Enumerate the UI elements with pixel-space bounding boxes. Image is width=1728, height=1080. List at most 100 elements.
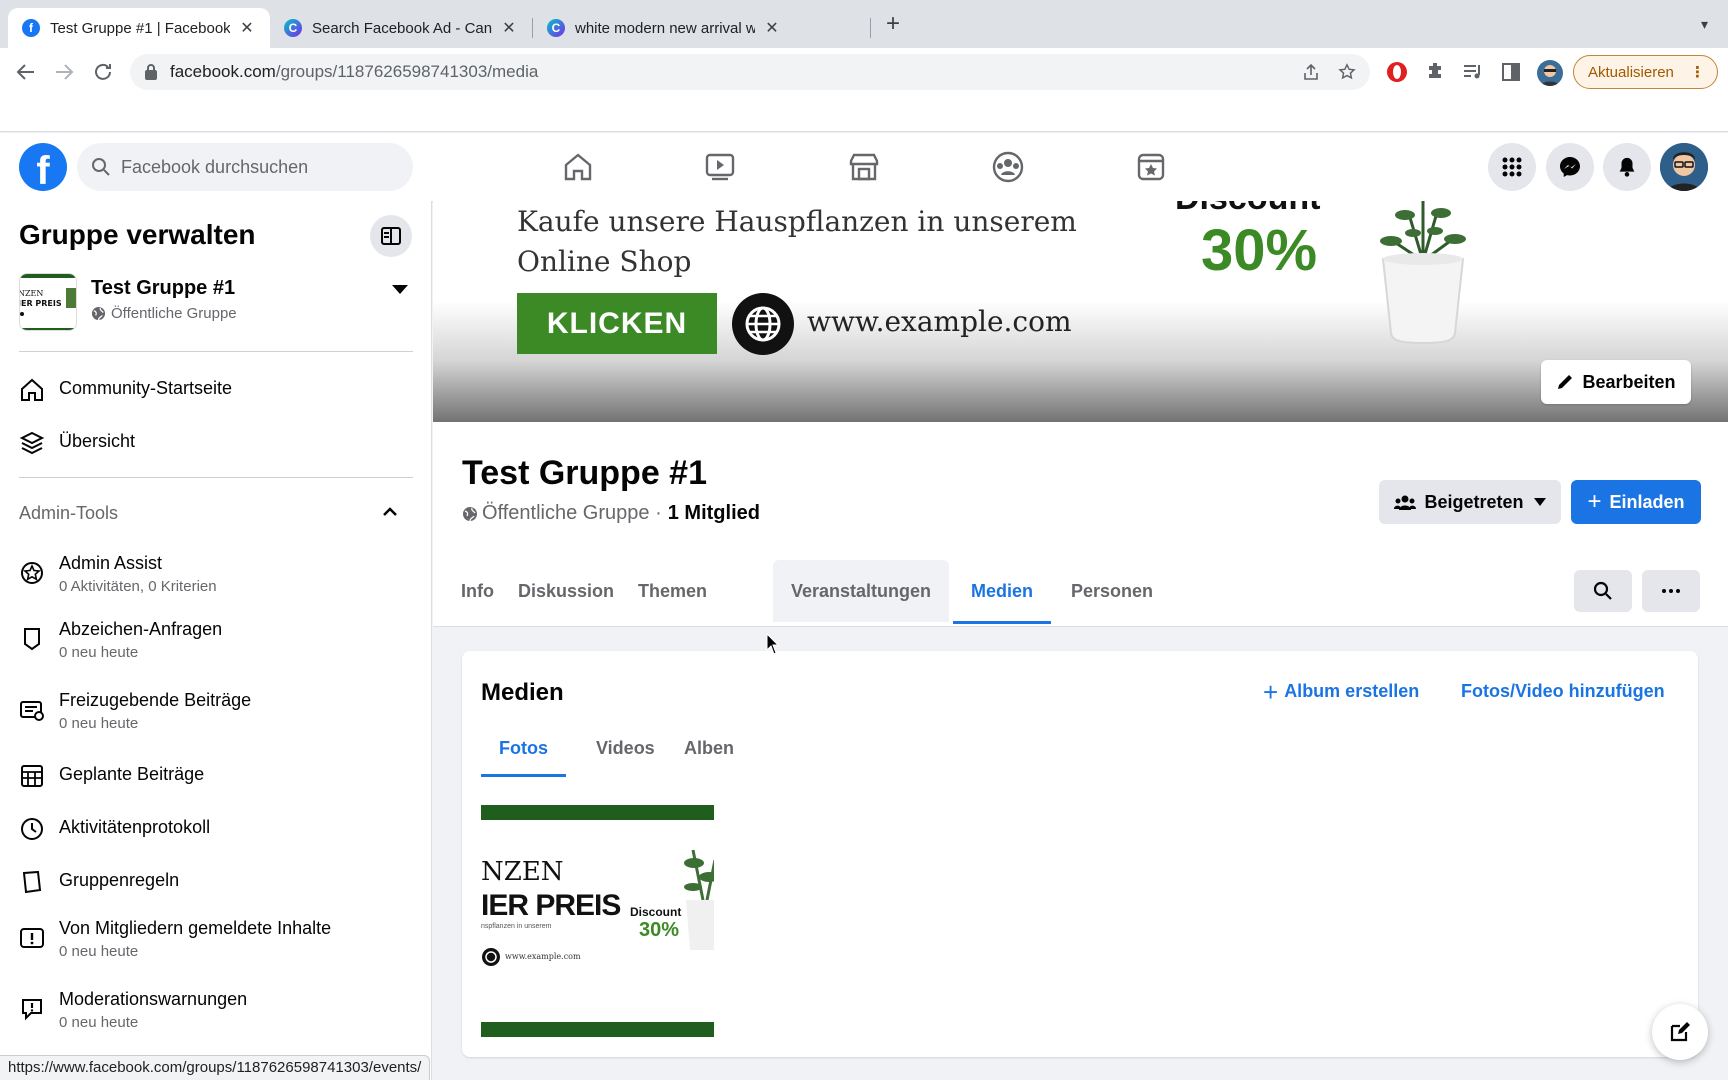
- sidebar-item-label: Aktivitätenprotokoll: [59, 817, 211, 837]
- tab-label: Veranstaltungen: [791, 580, 932, 601]
- close-tab-icon[interactable]: ✕: [500, 18, 518, 38]
- media-title: Medien: [481, 679, 564, 706]
- sidebar-item-label: Community-Startseite: [59, 378, 233, 398]
- sidebar-item-moderation-warnings[interactable]: Moderationswarnungen 0 neu heute: [19, 986, 413, 1034]
- tab-people[interactable]: Personen: [1053, 560, 1171, 622]
- home-icon[interactable]: [558, 147, 598, 187]
- badge-icon: [24, 628, 40, 651]
- tab-videos[interactable]: Videos: [578, 719, 673, 777]
- reload-icon[interactable]: [91, 60, 115, 84]
- pending-posts-icon: [20, 701, 44, 721]
- menu-grid-button[interactable]: [1488, 143, 1536, 191]
- bookmark-star-icon[interactable]: [1338, 63, 1356, 86]
- sidebar-item-overview[interactable]: Übersicht: [19, 428, 413, 456]
- add-photo-video-link[interactable]: Fotos/Video hinzufügen: [1461, 681, 1665, 702]
- sidebar-item-community-home[interactable]: Community-Startseite: [19, 375, 413, 403]
- tab-label: Medien: [971, 580, 1034, 601]
- sidebar-item-group-rules[interactable]: Gruppenregeln: [19, 867, 413, 895]
- forward-arrow-icon[interactable]: [52, 60, 76, 84]
- tab-discussion[interactable]: Diskussion: [500, 560, 632, 622]
- chevron-up-icon[interactable]: [382, 505, 398, 517]
- address-bar[interactable]: facebook.com/groups/1187626598741303/med…: [130, 54, 1370, 90]
- divider: [19, 477, 413, 478]
- more-menu-icon[interactable]: ⋮: [1690, 63, 1705, 81]
- pencil-icon: [1558, 375, 1573, 389]
- invite-label: Einladen: [1609, 491, 1685, 512]
- clock-icon: [21, 818, 43, 840]
- tab-title: Search Facebook Ad - Canva: [312, 19, 492, 37]
- collapse-sidebar-button[interactable]: [370, 215, 412, 257]
- group-name[interactable]: Test Gruppe #1: [91, 277, 235, 300]
- lock-icon: [145, 64, 157, 80]
- browser-tab-canva-watch[interactable]: C white modern new arrival watc ✕: [533, 8, 795, 48]
- opera-extension-icon[interactable]: [1385, 60, 1409, 84]
- edit-cover-button[interactable]: Bearbeiten: [1541, 360, 1691, 404]
- search-icon: [92, 158, 110, 176]
- joined-button[interactable]: Beigetreten: [1379, 480, 1561, 524]
- group-search-button[interactable]: [1574, 570, 1632, 612]
- watch-video-icon[interactable]: [700, 147, 740, 187]
- gaming-star-icon[interactable]: [1131, 147, 1171, 187]
- calendar-icon: [21, 765, 43, 787]
- photo-thumbnail[interactable]: NZEN IER PREIS nspflanzen in unserem Dis…: [481, 805, 714, 1037]
- tab-label: Diskussion: [518, 580, 615, 601]
- tab-topics[interactable]: Themen: [620, 560, 725, 622]
- close-tab-icon[interactable]: ✕: [763, 18, 781, 38]
- active-tab-indicator: [481, 774, 566, 777]
- sidebar-item-label: Freizugebende Beiträge: [59, 690, 252, 710]
- side-panel-icon[interactable]: [1499, 60, 1523, 84]
- cover-headline-line2: Online Shop: [517, 245, 692, 278]
- sidebar-item-badge-requests[interactable]: Abzeichen-Anfragen 0 neu heute: [19, 616, 413, 664]
- photo-discount-value: 30%: [639, 919, 680, 941]
- sidebar-item-admin-assist[interactable]: Admin Assist 0 Aktivitäten, 0 Kriterien: [19, 550, 413, 598]
- admin-tools-heading[interactable]: Admin-Tools: [19, 503, 118, 524]
- ellipsis-icon: [1662, 589, 1680, 593]
- sidebar-item-reported-content[interactable]: Von Mitgliedern gemeldete Inhalte 0 neu h…: [19, 915, 413, 963]
- sidebar-item-sub: 0 neu heute: [59, 644, 139, 661]
- account-avatar[interactable]: [1660, 143, 1708, 191]
- sidebar-item-activity-log[interactable]: Aktivitätenprotokoll: [19, 814, 413, 842]
- link-preview-status: https://www.facebook.com/groups/11876265…: [0, 1055, 431, 1080]
- profile-avatar[interactable]: [1537, 60, 1563, 86]
- sidebar-item-sub: 0 Aktivitäten, 0 Kriterien: [59, 578, 217, 595]
- layers-icon: [19, 431, 45, 455]
- manage-group-sidebar: Gruppe verwalten NZEN IER PREIS Test Grup…: [0, 201, 432, 1080]
- search-input[interactable]: Facebook durchsuchen: [77, 143, 413, 191]
- browser-tab-facebook[interactable]: f Test Gruppe #1 | Facebook ✕: [8, 8, 270, 48]
- groups-icon[interactable]: [988, 147, 1028, 187]
- facebook-logo-icon[interactable]: f: [19, 143, 67, 191]
- tab-search-chevron-icon[interactable]: ▾: [1701, 16, 1708, 33]
- member-count[interactable]: 1 Mitglied: [668, 502, 760, 525]
- extensions-puzzle-icon[interactable]: [1423, 60, 1447, 84]
- tab-media[interactable]: Medien: [953, 560, 1052, 624]
- browser-tab-canva-search[interactable]: C Search Facebook Ad - Canva ✕: [270, 8, 532, 48]
- sidebar-item-pending-posts[interactable]: Freizugebende Beiträge 0 neu heute: [19, 687, 413, 735]
- notifications-button[interactable]: [1603, 143, 1651, 191]
- tab-albums[interactable]: Alben: [666, 719, 752, 777]
- back-arrow-icon[interactable]: [14, 60, 38, 84]
- new-message-button[interactable]: [1652, 1004, 1708, 1060]
- home-icon: [21, 378, 43, 401]
- tab-label: Themen: [638, 580, 708, 601]
- marketplace-icon[interactable]: [844, 147, 884, 187]
- report-icon: [20, 928, 44, 948]
- cover-globe-icon: [732, 293, 794, 355]
- group-switch-caret-icon[interactable]: [392, 285, 408, 294]
- share-icon[interactable]: [1302, 63, 1320, 86]
- invite-button[interactable]: + Einladen: [1571, 480, 1701, 524]
- tab-title: white modern new arrival watc: [575, 19, 755, 37]
- new-tab-icon[interactable]: +: [886, 12, 900, 36]
- update-button[interactable]: Aktualisieren ⋮: [1573, 55, 1718, 89]
- tab-events[interactable]: Veranstaltungen: [773, 560, 950, 622]
- group-thumbnail[interactable]: NZEN IER PREIS: [19, 273, 77, 331]
- create-album-link[interactable]: + Album erstellen: [1263, 679, 1419, 705]
- close-tab-icon[interactable]: ✕: [238, 18, 256, 38]
- warning-chat-icon: [22, 999, 42, 1021]
- sidebar-toggle-icon: [381, 227, 401, 245]
- tab-photos[interactable]: Fotos: [481, 719, 566, 777]
- media-control-icon[interactable]: [1461, 60, 1485, 84]
- sidebar-item-scheduled-posts[interactable]: Geplante Beiträge: [19, 761, 413, 789]
- admin-assist-icon: [21, 562, 43, 584]
- messenger-button[interactable]: [1546, 143, 1594, 191]
- more-options-button[interactable]: [1642, 570, 1700, 612]
